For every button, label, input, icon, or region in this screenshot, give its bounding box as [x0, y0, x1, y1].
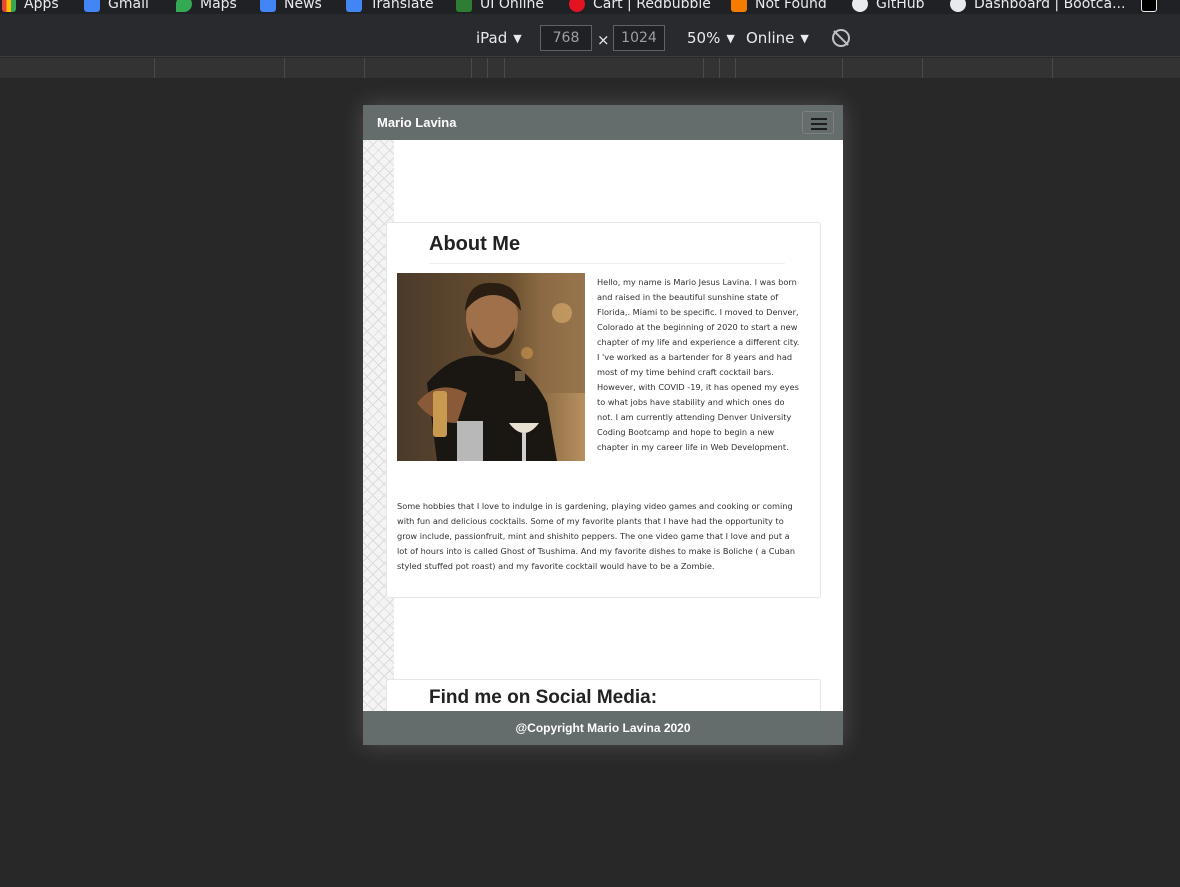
rotate-icon[interactable] — [832, 29, 850, 47]
bartender-photo-illustration — [397, 273, 585, 461]
site-navbar: Mario Lavina — [363, 105, 843, 140]
ruler-segment — [504, 58, 505, 78]
bookmark-icon — [1141, 0, 1157, 12]
site-footer: @Copyright Mario Lavina 2020 — [363, 711, 843, 745]
bookmark-label: Not Found — [755, 0, 827, 12]
ui-online-icon — [456, 0, 472, 12]
ruler-segment — [703, 58, 704, 78]
bookmarks-bar: Apps Gmail Maps News Translate UI Online… — [0, 0, 1180, 14]
zoom-select[interactable]: 50% ▼ — [687, 29, 735, 47]
ruler-segment — [487, 58, 488, 78]
bookmark-label: Gmail — [108, 0, 149, 12]
about-card: About Me Hello, my name is Mario Jesus L… — [386, 222, 821, 598]
device-select[interactable]: iPad ▼ — [476, 29, 522, 47]
ruler-segment — [471, 58, 472, 78]
bookmark-apps[interactable]: Apps — [2, 0, 59, 14]
bookmark-github[interactable]: GitHub — [852, 0, 925, 14]
bookmark-ui-online[interactable]: UI Online — [456, 0, 544, 14]
github-icon — [852, 0, 868, 12]
hamburger-menu-icon[interactable] — [802, 111, 834, 134]
media-query-ruler[interactable] — [0, 58, 1180, 78]
height-input[interactable]: 1024 — [613, 25, 665, 51]
network-select[interactable]: Online ▼ — [746, 29, 809, 47]
bookmark-redbubble[interactable]: Cart | Redbubble — [569, 0, 711, 14]
network-label: Online — [746, 29, 795, 47]
apps-grid-icon — [2, 0, 16, 12]
social-title: Find me on Social Media: — [429, 687, 658, 708]
ruler-segment — [922, 58, 923, 78]
bookmark-label: Translate — [370, 0, 434, 12]
dropdown-arrow-icon: ▼ — [800, 31, 809, 45]
device-toolbar: iPad ▼ 768 × 1024 50% ▼ Online ▼ — [0, 14, 1180, 57]
about-hobbies: Some hobbies that I love to indulge in i… — [397, 501, 796, 571]
site-brand[interactable]: Mario Lavina — [377, 115, 456, 130]
width-input[interactable]: 768 — [540, 25, 592, 51]
ruler-segment — [1052, 58, 1053, 78]
ruler-segment — [735, 58, 736, 78]
times-sign: × — [597, 31, 610, 49]
bookmark-gmail[interactable]: Gmail — [84, 0, 149, 14]
about-title: About Me — [429, 233, 521, 255]
ruler-segment — [842, 58, 843, 78]
translate-icon — [346, 0, 362, 12]
bookmark-dashboard[interactable]: Dashboard | Bootca... — [950, 0, 1125, 14]
maps-pin-icon — [176, 0, 192, 12]
bookmark-label: Maps — [200, 0, 237, 12]
bookmark-news[interactable]: News — [260, 0, 322, 14]
ruler-segment — [284, 58, 285, 78]
bookmark-label: UI Online — [480, 0, 544, 12]
gmail-icon — [84, 0, 100, 12]
about-bio: Hello, my name is Mario Jesus Lavina. I … — [597, 277, 800, 452]
ruler-segment — [719, 58, 720, 78]
bookmark-not-found[interactable]: Not Found — [731, 0, 827, 14]
ruler-segment — [364, 58, 365, 78]
bookmark-maps[interactable]: Maps — [176, 0, 237, 14]
news-icon — [260, 0, 276, 12]
dropdown-arrow-icon: ▼ — [513, 31, 522, 45]
bookmark-label: News — [284, 0, 322, 12]
bookmark-translate[interactable]: Translate — [346, 0, 434, 14]
divider — [429, 263, 785, 264]
bookmark-label: GitHub — [876, 0, 925, 12]
device-viewport[interactable]: Mario Lavina About Me Hello, my name is … — [363, 105, 843, 745]
bookmark-overflow[interactable] — [1141, 0, 1157, 14]
ruler-segment — [154, 58, 155, 78]
bookmark-label: Cart | Redbubble — [593, 0, 711, 12]
profile-photo — [397, 273, 585, 461]
bootcamp-icon — [950, 0, 966, 12]
device-label: iPad — [476, 29, 508, 47]
zoom-label: 50% — [687, 29, 721, 47]
redbubble-icon — [569, 0, 585, 12]
not-found-icon — [731, 0, 747, 12]
dropdown-arrow-icon: ▼ — [726, 31, 735, 45]
bookmark-label: Apps — [24, 0, 59, 12]
bookmark-label: Dashboard | Bootca... — [974, 0, 1126, 12]
